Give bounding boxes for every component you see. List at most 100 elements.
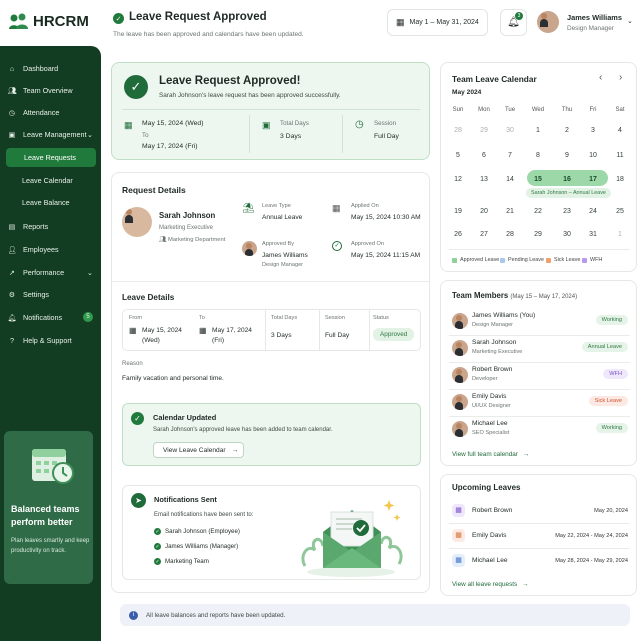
- sidebar-item-team-overview[interactable]: 👥︎ Team Overview: [4, 81, 97, 99]
- calendar-day[interactable]: 1: [528, 127, 548, 134]
- calendar-day[interactable]: 27: [474, 231, 494, 238]
- employee-name: Sarah Johnson: [159, 211, 216, 220]
- briefcase-icon: ▣: [8, 129, 16, 139]
- sidebar-item-help-support[interactable]: ? Help & Support: [4, 331, 97, 349]
- chevron-down-icon[interactable]: ⌄: [627, 17, 633, 25]
- leave-type-icon: ▦: [452, 554, 465, 567]
- sidebar-item-settings[interactable]: ⚙ Settings: [4, 285, 97, 303]
- member-avatar: [452, 367, 468, 383]
- calendar-day[interactable]: 2: [557, 127, 577, 134]
- sidebar-item-leave-calendar[interactable]: Leave Calendar: [4, 171, 97, 189]
- help-icon: ?: [10, 335, 14, 345]
- calendar-day[interactable]: 8: [528, 152, 548, 159]
- member-status-badge: Working: [595, 315, 628, 325]
- team-member-row[interactable]: Sarah Johnson Marketing Executive Annual L…: [441, 338, 638, 360]
- calendar-day[interactable]: 1: [610, 231, 630, 238]
- calendar-day[interactable]: 23: [557, 208, 577, 215]
- calendar-day[interactable]: 26: [448, 231, 468, 238]
- team-member-row[interactable]: Robert Brown Developer WFH: [441, 365, 638, 387]
- calendar-day[interactable]: 21: [500, 208, 520, 215]
- approved-on-value: May 15, 2024 11:15 AM: [351, 252, 421, 259]
- calendar-day[interactable]: 28: [448, 127, 468, 134]
- send-icon: ➤: [131, 493, 146, 508]
- calendar-day[interactable]: 12: [448, 176, 468, 183]
- notifications-sent-title: Notifications Sent: [154, 495, 217, 504]
- calendar-day[interactable]: 22: [528, 208, 548, 215]
- calendar-icon: ▦: [129, 326, 137, 335]
- banner-title: Leave Request Approved!: [159, 75, 301, 87]
- sidebar: ⌂ Dashboard 👥︎ Team Overview ◷ Attendance ▣…: [0, 46, 101, 641]
- calendar-day[interactable]: 5: [448, 152, 468, 159]
- legend-swatch: [452, 258, 457, 263]
- envelope-illustration: [291, 492, 413, 578]
- user-avatar[interactable]: [537, 11, 559, 33]
- calendar-day[interactable]: 29: [528, 231, 548, 238]
- sidebar-item-employees[interactable]: 👤︎ Employees: [4, 240, 97, 258]
- approver-name: James Williams: [262, 252, 308, 259]
- calendar-day[interactable]: 20: [474, 208, 494, 215]
- user-name: James Williams: [567, 13, 622, 22]
- chart-icon: ▤: [8, 221, 16, 231]
- calendar-day[interactable]: 6: [474, 152, 494, 159]
- calendar-day[interactable]: 31: [583, 231, 603, 238]
- calendar-day[interactable]: 30: [557, 231, 577, 238]
- view-leave-calendar-button[interactable]: View Leave Calendar →: [153, 442, 244, 458]
- calendar-day[interactable]: 13: [474, 176, 494, 183]
- view-all-leave-requests-link[interactable]: View all leave requests →: [452, 581, 529, 588]
- leave-details-table: From ▦ May 15, 2024 (Wed) To ▦ May 17, 2…: [122, 309, 421, 351]
- legend-label: WFH: [590, 257, 603, 263]
- calendar-day[interactable]: 7: [500, 152, 520, 159]
- sidebar-item-leave-management[interactable]: ▣ Leave Management ⌄: [4, 125, 97, 143]
- calendar-legend: Approved Leave Pending Leave Sick Leave WFH: [452, 257, 637, 267]
- recipient-item: James Williams (Manager): [165, 543, 239, 550]
- calendar-day[interactable]: 25: [610, 208, 630, 215]
- calendar-day[interactable]: 24: [583, 208, 603, 215]
- trend-icon: ↗: [8, 267, 16, 277]
- member-name: Robert Brown: [472, 366, 513, 373]
- arrow-right-icon: →: [231, 446, 239, 454]
- team-member-row[interactable]: James Williams (You) Design Manager Workin…: [441, 311, 638, 333]
- upcoming-leave-row[interactable]: ▦ Michael Lee May 28, 2024 - May 29, 2024: [441, 552, 638, 570]
- sidebar-item-dashboard[interactable]: ⌂ Dashboard: [4, 59, 97, 77]
- view-full-team-calendar-link[interactable]: View full team calendar →: [452, 451, 529, 458]
- calendar-clock-illustration: [30, 443, 76, 487]
- date-range-picker[interactable]: ▦ May 1 – May 31, 2024: [387, 9, 488, 36]
- sidebar-item-leave-requests[interactable]: Leave Requests: [6, 148, 96, 167]
- calendar-day[interactable]: 17: [583, 176, 603, 183]
- team-leave-calendar-card: Team Leave Calendar ‹ › May 2024 Sun Mon T…: [440, 62, 637, 272]
- notification-button[interactable]: 🔔︎ 3: [500, 9, 527, 36]
- calendar-day[interactable]: 4: [610, 127, 630, 134]
- applied-value: May 15, 2024 10:30 AM: [351, 214, 421, 221]
- calendar-day[interactable]: 29: [474, 127, 494, 134]
- calendar-day[interactable]: 14: [500, 176, 520, 183]
- calendar-day[interactable]: 3: [583, 127, 603, 134]
- calendar-day[interactable]: 30: [500, 127, 520, 134]
- banner-total-label: Total Days: [280, 120, 309, 127]
- sidebar-item-reports[interactable]: ▤ Reports: [4, 217, 97, 235]
- promo-text: Plan leaves smartly and keep productivit…: [11, 538, 90, 554]
- check-icon: ✓: [154, 528, 161, 535]
- upcoming-leave-row[interactable]: ▦ Emily Davis May 22, 2024 - May 24, 2024: [441, 527, 638, 545]
- team-member-row[interactable]: Michael Lee SEO Specialist Working: [441, 419, 638, 441]
- arrow-right-icon: →: [522, 451, 530, 458]
- calendar-day[interactable]: 11: [610, 152, 630, 159]
- sidebar-item-notifications[interactable]: 🔔︎ Notifications 5: [4, 308, 97, 326]
- sidebar-item-attendance[interactable]: ◷ Attendance: [4, 103, 97, 121]
- calendar-day[interactable]: 9: [557, 152, 577, 159]
- calendar-day[interactable]: 19: [448, 208, 468, 215]
- upcoming-leave-row[interactable]: ▦ Robert Brown May 20, 2024: [441, 502, 638, 520]
- leave-type-icon: ▦: [452, 529, 465, 542]
- calendar-day[interactable]: 15: [528, 176, 548, 183]
- team-member-row[interactable]: Emily Davis UI/UX Designer Sick Leave: [441, 392, 638, 414]
- calendar-day[interactable]: 10: [583, 152, 603, 159]
- member-status-badge: Sick Leave: [588, 396, 628, 406]
- calendar-icon: ▦: [332, 203, 341, 213]
- sidebar-item-leave-balance[interactable]: Leave Balance: [4, 193, 97, 211]
- home-icon: ⌂: [9, 63, 15, 73]
- member-role: Developer: [472, 376, 498, 382]
- calendar-day[interactable]: 18: [610, 176, 630, 183]
- calendar-day[interactable]: 16: [557, 176, 577, 183]
- sidebar-item-performance[interactable]: ↗ Performance ⌄: [4, 263, 97, 281]
- calendar-day[interactable]: 28: [500, 231, 520, 238]
- upcoming-date: May 28, 2024 - May 29, 2024: [555, 558, 628, 564]
